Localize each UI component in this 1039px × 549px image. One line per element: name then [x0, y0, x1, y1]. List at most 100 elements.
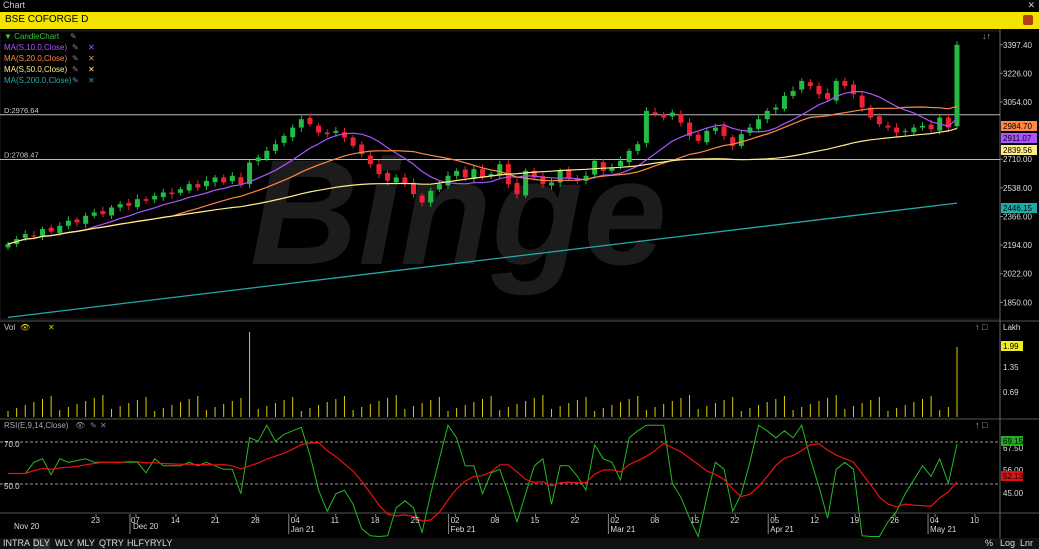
window-titlebar: Chart ✕ [0, 0, 1039, 11]
candle [134, 199, 140, 208]
tab-dly[interactable]: DLY [33, 538, 50, 549]
candle [152, 195, 158, 200]
legend-item[interactable]: MA(S,200.0,Close) [4, 76, 72, 85]
candle [40, 229, 46, 236]
edit-icon[interactable]: ✎ [70, 32, 77, 41]
rsi-level-label: 50.0 [4, 482, 20, 491]
tab-wly[interactable]: WLY [55, 538, 74, 549]
edit-icon[interactable]: ✎ [72, 76, 79, 85]
eye-icon[interactable]: 👁 [20, 323, 30, 332]
candle [669, 112, 675, 117]
volume-tag-label: 1.99 [1003, 342, 1019, 351]
candle [618, 160, 624, 167]
candle [57, 225, 63, 233]
candle [445, 175, 451, 186]
reference-line-label: D:2708.47 [4, 150, 39, 159]
remove-icon[interactable]: ✕ [88, 65, 95, 74]
candle [480, 169, 485, 178]
candle [333, 130, 339, 133]
edit-icon[interactable]: ✎ [72, 65, 79, 74]
candle [143, 199, 149, 201]
y-tick-label: 2194.00 [1003, 241, 1032, 250]
rsi-signal-line [8, 441, 958, 522]
x-tick-label: 08 [650, 516, 659, 525]
x-tick-label: 12 [810, 516, 819, 525]
symbol-header: BSE COFORGE D [0, 12, 1039, 29]
legend-item[interactable]: MA(S,20.0,Close) [4, 54, 67, 63]
candle [91, 212, 97, 216]
scale-log[interactable]: Log [1000, 538, 1015, 549]
candle [885, 125, 891, 128]
close-icon[interactable]: ✕ [1027, 0, 1035, 11]
y-tick-label: 2710.00 [1003, 155, 1032, 164]
volume-label[interactable]: Vol [4, 323, 15, 332]
candle [385, 172, 391, 181]
x-axis-month-label: Feb 21 [451, 525, 476, 534]
x-tick-label: 14 [171, 516, 180, 525]
candle [65, 220, 71, 226]
tab-qtry[interactable]: QTRY [99, 538, 124, 549]
symbol-label[interactable]: BSE COFORGE D [5, 14, 88, 25]
candle [83, 215, 89, 224]
edit-icon[interactable]: ✎ [90, 421, 97, 430]
candle [825, 92, 831, 100]
legend-item[interactable]: MA(S,10.0,Close) [4, 43, 67, 52]
candle [169, 192, 175, 195]
legend-item[interactable]: MA(S,50.0,Close) [4, 65, 67, 74]
info-icon[interactable] [1023, 15, 1033, 25]
candle [764, 110, 770, 120]
scale-percent[interactable]: % [985, 538, 993, 549]
candle [255, 157, 261, 162]
edit-icon[interactable]: ✎ [72, 54, 79, 63]
eye-icon[interactable]: 👁 [75, 421, 85, 430]
price-tag-label: 2984.70 [1003, 122, 1032, 131]
candle [238, 177, 244, 185]
tab-mly[interactable]: MLY [77, 538, 95, 549]
edit-icon[interactable]: ✎ [72, 43, 79, 52]
candle [756, 119, 762, 129]
legend-item[interactable]: ▼ CandleChart [4, 32, 60, 41]
panel-controls-icon[interactable]: ↑ □ [975, 322, 988, 332]
candle [876, 116, 882, 125]
timeframe-tabs: INTRA DLY WLY MLY QTRY HLFYR YLY% Log Lnr [0, 538, 1039, 549]
candle [272, 144, 278, 151]
candle [436, 184, 442, 190]
candle [454, 170, 460, 176]
remove-icon[interactable]: ✕ [100, 421, 107, 430]
volume-unit-label: Lakh [1003, 323, 1020, 332]
candle [307, 117, 313, 125]
tab-intra[interactable]: INTRA [3, 538, 30, 549]
tab-yly[interactable]: YLY [156, 538, 172, 549]
candle [22, 234, 28, 238]
candle [419, 195, 425, 203]
candle [704, 130, 710, 143]
x-tick-label: 15 [531, 516, 540, 525]
volume-tick-label: 1.35 [1003, 363, 1019, 372]
rsi-label[interactable]: RSI(E,9,14,Close) [4, 421, 69, 430]
tab-hlfyr[interactable]: HLFYR [127, 538, 157, 549]
candle [773, 107, 779, 110]
candle [100, 211, 106, 215]
candle [367, 155, 373, 165]
x-tick-label: 10 [970, 516, 979, 525]
candle [902, 130, 908, 132]
remove-icon[interactable]: ✕ [88, 43, 95, 52]
panel-controls-icon[interactable]: ↑ □ [975, 420, 988, 430]
candle [635, 144, 641, 151]
rsi-tag-label: 52.13 [1003, 472, 1024, 481]
remove-icon[interactable]: ✕ [48, 323, 55, 332]
candle [626, 150, 632, 163]
remove-icon[interactable]: ✕ [88, 76, 95, 85]
candle [428, 190, 434, 203]
x-tick-label: 11 [331, 516, 340, 525]
remove-icon[interactable]: ✕ [88, 54, 95, 63]
candle [48, 227, 54, 232]
x-axis-month-label: May 21 [930, 525, 957, 534]
panel-controls-icon[interactable]: ↓↑ [982, 31, 991, 41]
x-tick-label: 28 [251, 516, 260, 525]
x-tick-label: 15 [690, 516, 699, 525]
candle [678, 113, 684, 123]
x-tick-label: 07 [131, 516, 140, 525]
chart-area[interactable]: Binge▼ CandleChart ✎MA(S,10.0,Close) ✎ ✕MA(… [0, 29, 1039, 538]
scale-lnr[interactable]: Lnr [1020, 538, 1033, 549]
